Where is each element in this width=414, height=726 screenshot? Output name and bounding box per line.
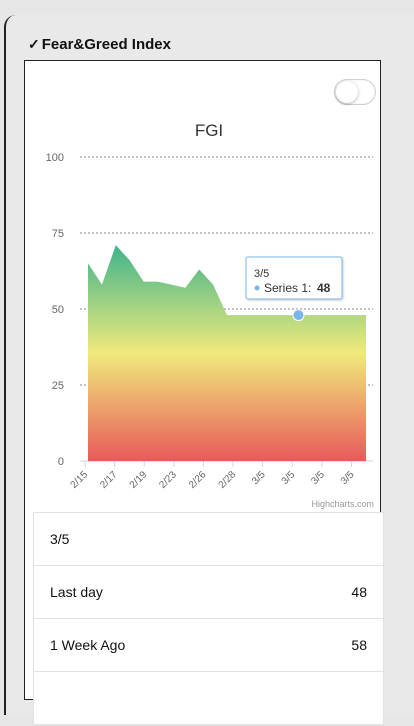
row-value: 48 [351,584,367,600]
x-tick-label: 3/5 [309,469,327,487]
tooltip-date: 3/5 [254,268,269,280]
row-label: 1 Week Ago [50,637,126,653]
y-tick-label: 75 [52,228,64,240]
chart-title: FGI [195,121,223,140]
x-tick-label: 3/5 [250,469,268,487]
selected-date-row: 3/5 [34,513,383,566]
y-tick-label: 100 [46,152,64,164]
x-tick-label: 2/23 [157,469,179,491]
x-tick-label: 2/19 [128,469,150,491]
y-tick-label: 25 [52,380,64,392]
row-label: Last day [50,584,103,600]
tooltip-series-label: Series 1: [264,281,311,295]
x-tick-label: 2/15 [69,469,91,491]
tooltip-value: 48 [317,281,331,295]
x-tick-label: 3/5 [280,469,298,487]
hover-point[interactable] [292,309,305,322]
fgi-chart: FGI 0 25 50 75 100 2/15 2/17 2/19 2/23 2/26 2/28 3… [46,121,374,509]
selected-date: 3/5 [50,531,70,547]
list-item [34,672,383,725]
tooltip-series-marker [254,285,260,291]
row-value: 58 [351,637,367,653]
summary-list: 3/5 Last day 48 1 Week Ago 58 [33,512,384,726]
x-tick-label: 2/28 [217,469,239,491]
x-tick-label: 2/26 [187,469,209,491]
x-tick-label: 3/5 [339,469,357,487]
x-tick-label: 2/17 [98,469,120,491]
list-item: 1 Week Ago 58 [34,619,383,672]
y-tick-label: 0 [58,456,64,468]
list-item: Last day 48 [34,566,383,619]
y-tick-label: 50 [52,304,64,316]
chart-tooltip: 3/5 Series 1: 48 [245,256,343,300]
credits-link[interactable]: Highcharts.com [311,499,374,509]
